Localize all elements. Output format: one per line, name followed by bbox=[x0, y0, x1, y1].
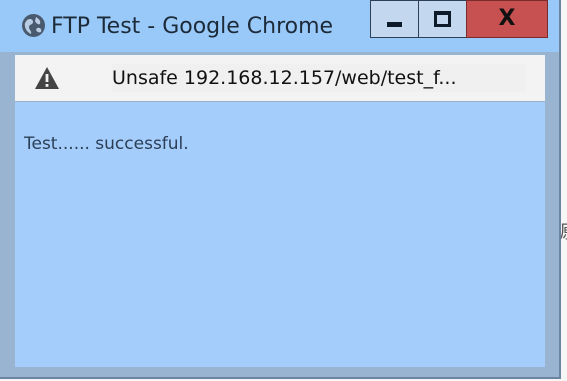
minimize-button[interactable] bbox=[370, 0, 419, 38]
url-display[interactable]: Unsafe 192.168.12.157/web/test_f... bbox=[112, 64, 526, 92]
browser-popup-window: FTP Test - Google Chrome X Unsafe 192.16… bbox=[0, 0, 561, 379]
maximize-button[interactable] bbox=[418, 0, 467, 38]
window-title: FTP Test - Google Chrome bbox=[51, 14, 334, 39]
minimize-icon bbox=[387, 21, 402, 27]
title-bar[interactable]: FTP Test - Google Chrome X bbox=[0, 0, 559, 52]
status-message: Test...... successful. bbox=[24, 134, 189, 154]
globe-icon bbox=[22, 14, 45, 37]
warning-icon[interactable] bbox=[34, 66, 60, 90]
address-bar[interactable]: Unsafe 192.168.12.157/web/test_f... bbox=[15, 55, 545, 102]
page-content: Test...... successful. bbox=[15, 102, 545, 367]
maximize-icon bbox=[434, 11, 451, 27]
close-button[interactable]: X bbox=[466, 0, 548, 38]
close-icon: X bbox=[498, 6, 516, 31]
